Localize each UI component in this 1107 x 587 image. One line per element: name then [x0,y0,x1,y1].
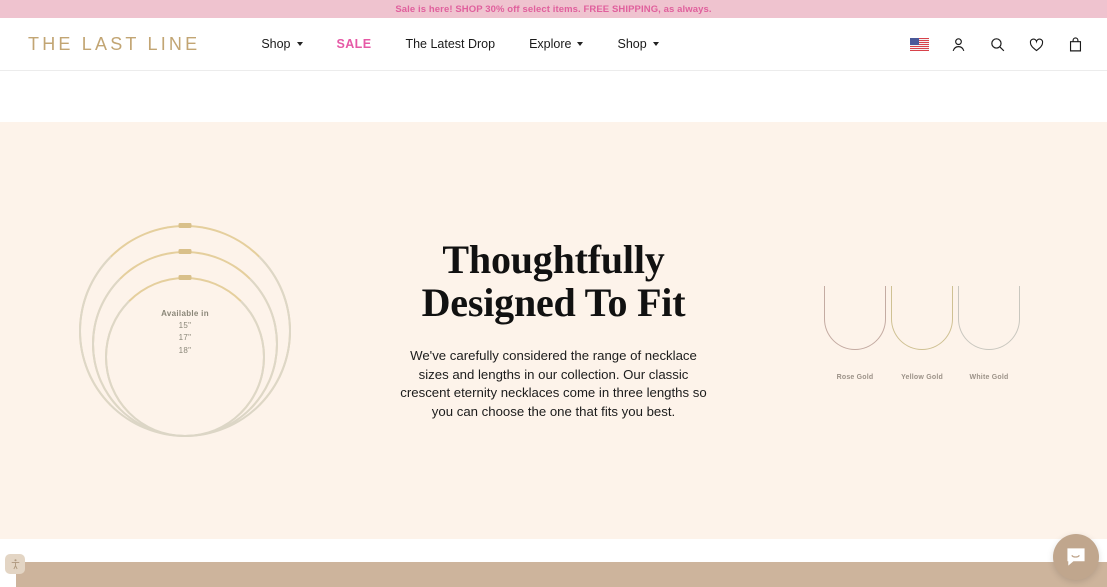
accessibility-icon[interactable] [5,554,25,574]
announcement-text: Sale is here! SHOP 30% off select items.… [395,3,712,15]
necklace-clasp-inner [178,274,192,280]
nav-label: Shop [617,37,647,51]
search-icon[interactable] [988,35,1007,54]
chevron-down-icon [577,42,584,46]
chain-illustration [958,286,1020,350]
nav-item-shop-secondary[interactable]: Shop [600,31,675,57]
nav-item-the-latest-drop[interactable]: The Latest Drop [388,31,512,57]
metal-label: Rose Gold [836,374,874,381]
chevron-down-icon [652,42,659,46]
necklace-clasp-outer [178,222,192,228]
nav-item-sale[interactable]: SALE [320,31,389,57]
metal-swatch-row: Rose Gold Yellow Gold White Gold [822,280,1023,381]
necklace-clasp-middle [178,248,192,254]
nav-label: Explore [529,37,572,51]
size-option-18: 18" [178,345,192,355]
nav-label: SALE [336,37,372,51]
hero-copy: Thoughtfully Designed To Fit We've caref… [370,237,737,422]
hero-title-line-2: Designed To Fit [421,280,686,326]
below-hero-section [0,534,1107,587]
chain-illustration [824,286,886,350]
metal-label: White Gold [969,374,1009,381]
nav-item-shop[interactable]: Shop [244,31,319,57]
metal-option-white-gold[interactable]: White Gold [956,280,1023,381]
available-in-label: Available in [161,308,209,318]
us-flag-icon[interactable] [910,35,929,54]
necklace-sizes-graphic: Available in 15" 17" 18" [0,122,370,539]
metal-option-yellow-gold[interactable]: Yellow Gold [889,280,956,381]
next-section-bar [16,562,1107,587]
site-logo[interactable]: THE LAST LINE [28,34,200,55]
hero-description: We've carefully considered the range of … [400,347,707,420]
content-gap [0,71,1107,122]
necklace-ring-stack: Available in 15" 17" 18" [79,222,291,437]
chain-illustration [891,286,953,350]
primary-navigation: Shop SALE The Latest Drop Explore Shop [244,31,675,57]
metal-options-graphic: Rose Gold Yellow Gold White Gold [737,122,1107,539]
chat-bubble-icon[interactable] [1053,534,1099,580]
account-icon[interactable] [949,35,968,54]
chevron-down-icon [296,42,303,46]
site-header: THE LAST LINE Shop SALE The Latest Drop … [0,18,1107,70]
shopping-bag-icon[interactable] [1066,35,1085,54]
wishlist-heart-icon[interactable] [1027,35,1046,54]
nav-item-explore[interactable]: Explore [512,31,600,57]
nav-label: The Latest Drop [405,37,496,51]
size-option-15: 15" [178,321,192,331]
announcement-bar[interactable]: Sale is here! SHOP 30% off select items.… [0,0,1107,18]
hero-title: Thoughtfully Designed To Fit [421,237,686,326]
hero-title-line-1: Thoughtfully [442,237,665,283]
nav-label: Shop [261,37,291,51]
header-utility-icons [910,35,1085,54]
available-sizes-caption: Available in 15" 17" 18" [161,308,209,358]
hero-section: Available in 15" 17" 18" Thoughtfully De… [0,122,1107,539]
metal-label: Yellow Gold [901,374,943,381]
metal-option-rose-gold[interactable]: Rose Gold [822,280,889,381]
size-option-17: 17" [178,333,192,343]
